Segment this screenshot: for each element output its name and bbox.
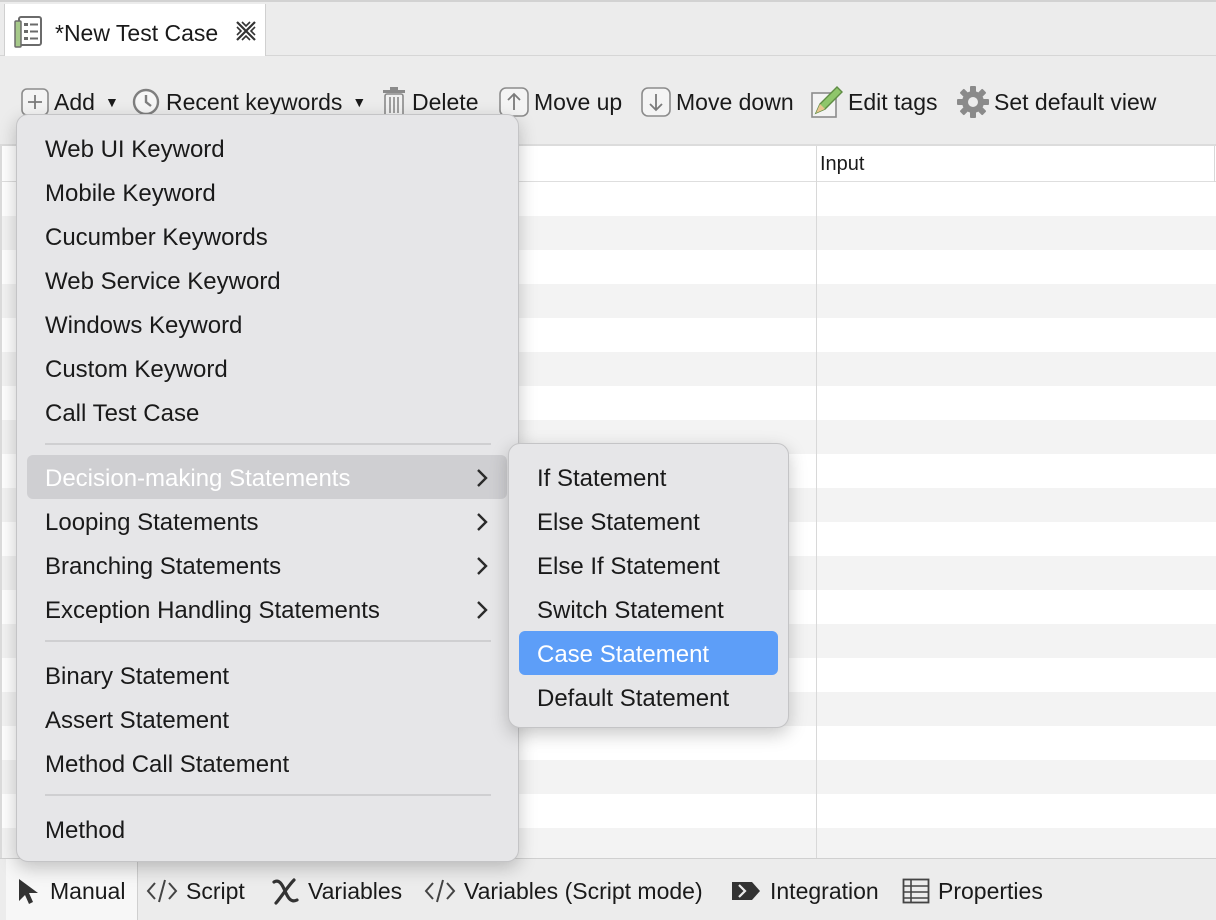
- submenu-item-default-statement[interactable]: Default Statement: [509, 675, 788, 719]
- set-default-view-label: Set default view: [994, 88, 1157, 115]
- code-icon: [424, 879, 456, 903]
- menu-item-branching-statements[interactable]: Branching Statements: [17, 543, 518, 587]
- close-icon[interactable]: [233, 18, 259, 44]
- tab-variables-label: Variables: [308, 877, 403, 904]
- gear-icon: [957, 86, 989, 118]
- set-default-view-button[interactable]: Set default view: [956, 84, 1156, 120]
- caret-down-icon[interactable]: ▼: [352, 94, 366, 110]
- move-up-label: Move up: [534, 88, 623, 115]
- submenu-item-else-if-statement[interactable]: Else If Statement: [509, 543, 788, 587]
- edit-tags-button[interactable]: Edit tags: [810, 84, 938, 120]
- tab-script[interactable]: Script: [146, 873, 245, 909]
- menu-item-method-call-statement[interactable]: Method Call Statement: [17, 741, 518, 785]
- menu-item-method[interactable]: Method: [17, 807, 518, 851]
- move-up-button[interactable]: Move up: [498, 84, 622, 120]
- tab-script-label: Script: [186, 877, 245, 904]
- move-down-button[interactable]: Move down: [640, 84, 794, 120]
- submenu-item-else-statement[interactable]: Else Statement: [509, 499, 788, 543]
- add-dropdown-menu: Web UI Keyword Mobile Keyword Cucumber K…: [16, 114, 519, 862]
- tab-manual[interactable]: Manual: [16, 873, 125, 909]
- tab-title: *New Test Case: [55, 20, 219, 46]
- menu-item-web-ui-keyword[interactable]: Web UI Keyword: [17, 126, 518, 170]
- recent-keywords-label: Recent keywords: [166, 88, 343, 115]
- tab-new-test-case[interactable]: *New Test Case: [4, 4, 266, 58]
- menu-item-exception-handling-statements[interactable]: Exception Handling Statements: [17, 587, 518, 631]
- delete-label: Delete: [412, 88, 479, 115]
- edit-tags-label: Edit tags: [848, 88, 938, 115]
- variable-x-icon: [272, 878, 299, 905]
- editor-tab-bar: *New Test Case: [0, 0, 1216, 58]
- column-divider: [1214, 146, 1215, 182]
- chevron-right-icon: [477, 469, 488, 487]
- tab-variables-script-mode-label: Variables (Script mode): [464, 877, 703, 904]
- menu-item-assert-statement[interactable]: Assert Statement: [17, 697, 518, 741]
- chevron-right-icon: [477, 513, 488, 531]
- tab-properties-label: Properties: [938, 877, 1043, 904]
- tab-integration-label: Integration: [770, 877, 879, 904]
- menu-item-decision-making-statements[interactable]: Decision-making Statements: [17, 455, 518, 499]
- bottom-tab-bar: Manual Script Variables Variables (Scrip…: [0, 858, 1216, 920]
- menu-item-looping-statements[interactable]: Looping Statements: [17, 499, 518, 543]
- submenu-item-case-statement[interactable]: Case Statement: [509, 631, 788, 675]
- chevron-right-icon: [477, 601, 488, 619]
- submenu-item-switch-statement[interactable]: Switch Statement: [509, 587, 788, 631]
- arrow-down-icon: [641, 87, 671, 117]
- add-icon: [21, 88, 49, 116]
- tab-integration[interactable]: Integration: [730, 873, 879, 909]
- chevron-right-icon: [477, 557, 488, 575]
- menu-item-custom-keyword[interactable]: Custom Keyword: [17, 346, 518, 390]
- decision-making-submenu: If Statement Else Statement Else If Stat…: [508, 443, 789, 728]
- menu-item-web-service-keyword[interactable]: Web Service Keyword: [17, 258, 518, 302]
- table-grid-icon: [902, 878, 930, 904]
- test-case-icon: [14, 16, 42, 48]
- menu-item-windows-keyword[interactable]: Windows Keyword: [17, 302, 518, 346]
- column-divider: [816, 146, 817, 860]
- tab-manual-label: Manual: [50, 877, 126, 904]
- menu-separator: [45, 794, 491, 796]
- menu-item-mobile-keyword[interactable]: Mobile Keyword: [17, 170, 518, 214]
- pencil-icon: [811, 86, 843, 118]
- menu-item-call-test-case[interactable]: Call Test Case: [17, 390, 518, 434]
- add-label: Add: [54, 88, 95, 115]
- submenu-item-if-statement[interactable]: If Statement: [509, 455, 788, 499]
- move-down-label: Move down: [676, 88, 794, 115]
- code-icon: [146, 879, 178, 903]
- menu-item-binary-statement[interactable]: Binary Statement: [17, 653, 518, 697]
- menu-separator: [45, 640, 491, 642]
- menu-separator: [45, 443, 491, 445]
- tab-variables[interactable]: Variables: [270, 873, 402, 909]
- tab-variables-script-mode[interactable]: Variables (Script mode): [424, 873, 703, 909]
- caret-down-icon[interactable]: ▼: [105, 94, 119, 110]
- menu-item-cucumber-keywords[interactable]: Cucumber Keywords: [17, 214, 518, 258]
- cursor-arrow-icon: [19, 879, 38, 904]
- column-header-input[interactable]: Input: [820, 153, 864, 176]
- integration-icon: [732, 882, 760, 900]
- tab-properties[interactable]: Properties: [902, 873, 1043, 909]
